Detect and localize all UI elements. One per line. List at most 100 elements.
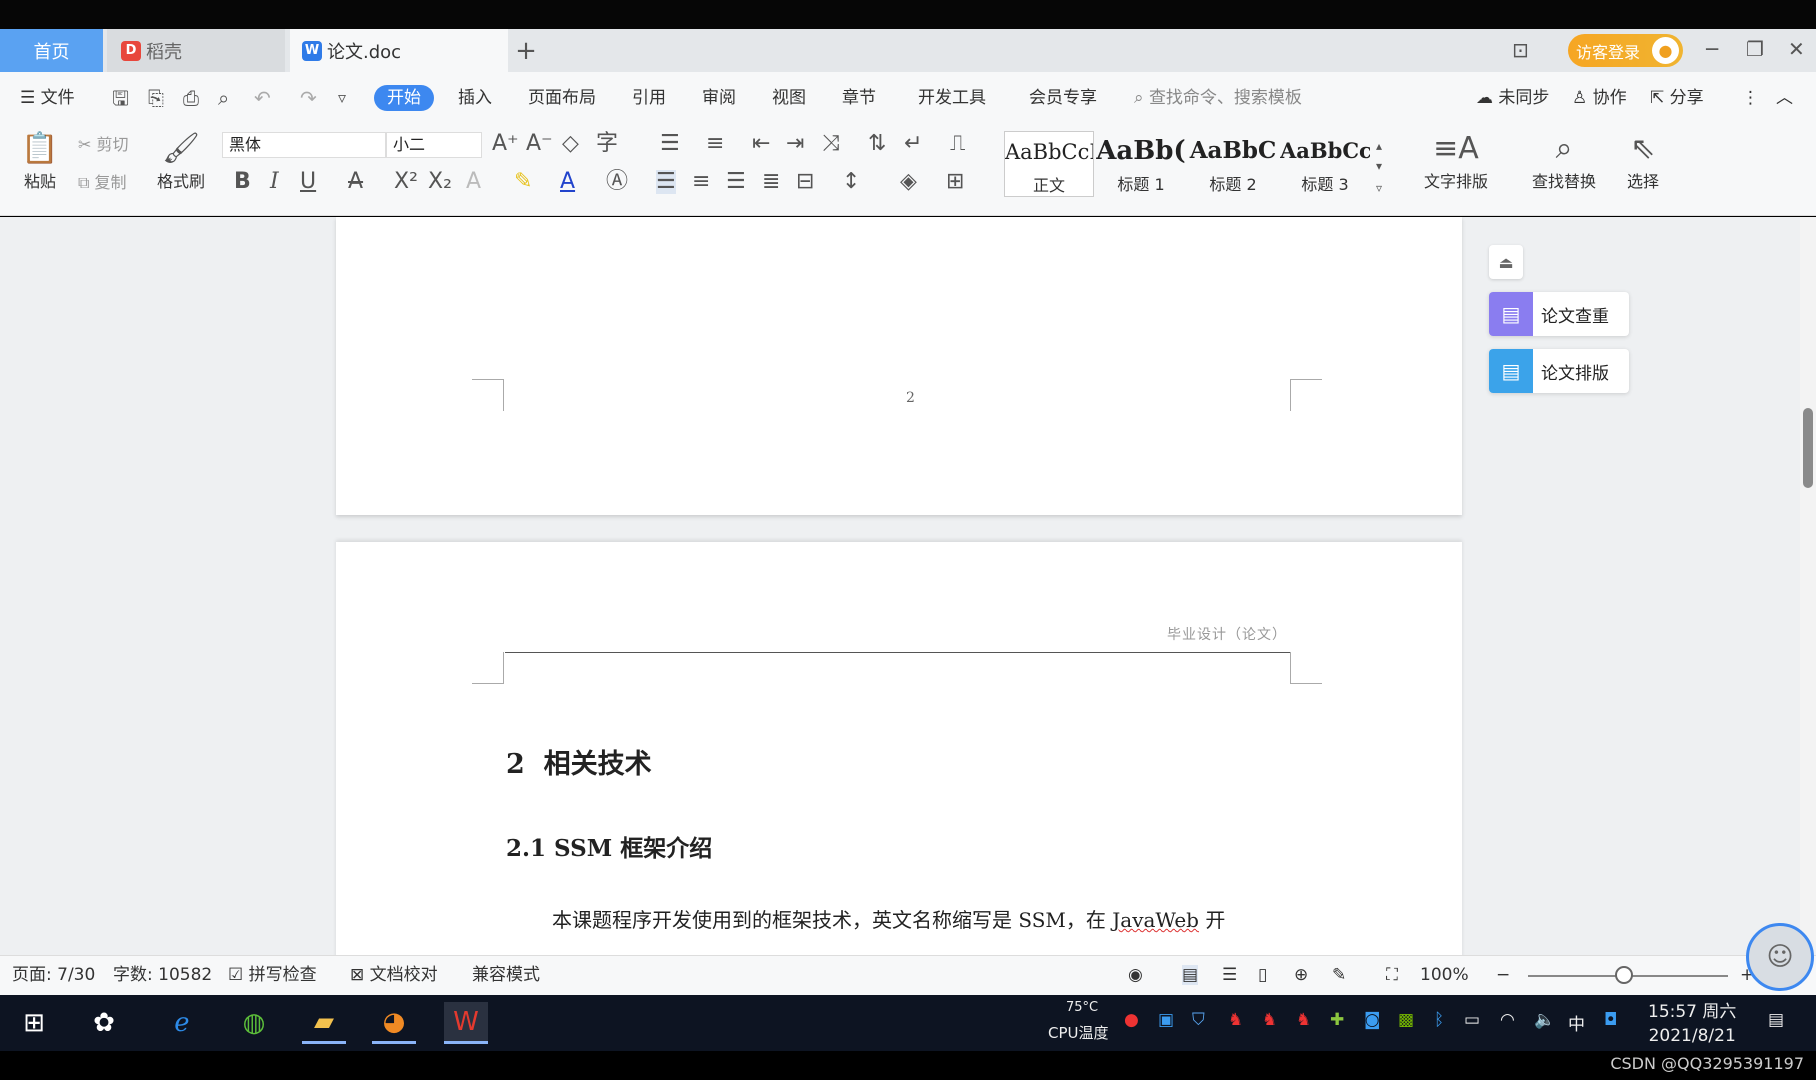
cut-button[interactable]: ✂ 剪切 — [78, 135, 129, 155]
web-view-icon[interactable]: ⊕ — [1294, 965, 1308, 985]
media-player-icon[interactable]: ◕ — [372, 1002, 416, 1044]
tray-app-icon-3[interactable]: ✚ — [1330, 1010, 1344, 1030]
increase-indent-icon[interactable]: ⇥ — [786, 132, 804, 156]
print-preview-icon[interactable]: ⌕ — [218, 86, 229, 110]
sort-icon[interactable]: ⇅ — [868, 132, 886, 156]
reading-view-icon[interactable]: ▯ — [1258, 965, 1267, 985]
new-tab-button[interactable]: + — [514, 29, 538, 72]
layout-toggle-icon[interactable]: ⊡ — [1512, 38, 1529, 62]
assistant-robot-icon[interactable]: ☺ — [1746, 923, 1814, 991]
quick-access-dropdown-icon[interactable]: ▿ — [338, 86, 346, 110]
more-icon[interactable]: ⋮ — [1742, 85, 1759, 111]
style-normal[interactable]: AaBbCcI 正文 — [1004, 131, 1094, 197]
menu-tab-review[interactable]: 审阅 — [702, 85, 736, 111]
restore-button[interactable]: ❐ — [1746, 37, 1764, 61]
vertical-scrollbar[interactable] — [1800, 217, 1816, 955]
scrollbar-thumb[interactable] — [1803, 408, 1813, 488]
tab-stops-icon[interactable]: ⎍ — [950, 132, 965, 156]
system-clock[interactable]: 15:57 周六 2021/8/21 — [1648, 1000, 1736, 1048]
outline-view-icon[interactable]: ☰ — [1222, 965, 1237, 985]
thesis-layout-button[interactable]: ▤ 论文排版 — [1489, 349, 1629, 393]
guest-login-button[interactable]: 访客登录 ● — [1568, 34, 1683, 67]
grow-font-icon[interactable]: A⁺ — [492, 132, 519, 156]
redo-icon[interactable]: ↷ — [300, 86, 317, 110]
print-icon[interactable]: ⎙ — [183, 86, 199, 110]
style-expand-icon[interactable]: ▿ — [1376, 176, 1382, 200]
bullet-list-icon[interactable]: ☰ — [660, 132, 680, 156]
menu-tab-insert[interactable]: 插入 — [458, 85, 492, 111]
subscript-icon[interactable]: X₂ — [428, 170, 452, 194]
nvidia-icon[interactable]: ▩ — [1398, 1010, 1414, 1030]
align-right-icon[interactable]: ☰ — [726, 170, 746, 194]
menu-tab-chapter[interactable]: 章节 — [842, 85, 876, 111]
style-heading-1[interactable]: AaBb(标题 1 — [1096, 131, 1186, 197]
clear-format-icon[interactable]: ◇ — [562, 132, 579, 156]
zoom-slider-knob[interactable] — [1615, 966, 1633, 984]
pinyin-icon[interactable]: 字 — [596, 132, 618, 156]
input-method-indicator[interactable]: 中 — [1568, 1010, 1585, 1035]
notification-icon[interactable]: ▤ — [1768, 1010, 1784, 1030]
page-2[interactable]: 2 — [336, 217, 1462, 515]
collab-button[interactable]: ♙ 协作 — [1572, 85, 1627, 111]
menu-tab-member[interactable]: 会员专享 — [1029, 85, 1097, 111]
shrink-font-icon[interactable]: A⁻ — [526, 132, 553, 156]
menu-tab-view[interactable]: 视图 — [772, 85, 806, 111]
menu-tab-page-layout[interactable]: 页面布局 — [528, 85, 596, 111]
text-effect-icon[interactable]: A — [466, 170, 481, 194]
char-border-icon[interactable]: Ⓐ — [606, 170, 628, 194]
tab-daoke[interactable]: D 稻壳 — [107, 29, 285, 72]
style-scroll-down-icon[interactable]: ▾ — [1376, 154, 1382, 178]
page-3[interactable]: 毕业设计（论文） 2 相关技术 2.1 SSM 框架介绍 本课题程序开发使用到的… — [336, 542, 1462, 955]
doc-proofread-button[interactable]: ⊠ 文档校对 — [350, 965, 438, 985]
menu-tab-developer[interactable]: 开发工具 — [918, 85, 986, 111]
minimize-button[interactable]: ─ — [1706, 37, 1718, 61]
distribute-icon[interactable]: ⊟ — [796, 170, 814, 194]
share-button[interactable]: ⇱ 分享 — [1650, 85, 1704, 111]
select-button[interactable]: ⇖ 选择 — [1618, 130, 1668, 192]
copy-button[interactable]: ⧉ 复制 — [78, 173, 127, 193]
qq-icon-1[interactable]: ♞ — [1228, 1010, 1243, 1030]
close-button[interactable]: ✕ — [1788, 37, 1805, 61]
page-view-icon[interactable]: ▤ — [1182, 965, 1199, 985]
tray-app-icon-1[interactable]: ● — [1124, 1010, 1139, 1030]
line-spacing-icon[interactable]: ↕ — [842, 170, 860, 194]
shield-icon[interactable]: ⛉ — [1192, 1010, 1205, 1030]
strikethrough-icon[interactable]: A — [348, 170, 363, 194]
undo-icon[interactable]: ↶ — [254, 86, 271, 110]
font-family-select[interactable]: 黑体 — [222, 132, 386, 158]
text-layout-button[interactable]: ≡A 文字排版 — [1414, 130, 1498, 192]
battery-icon[interactable]: ▭ — [1464, 1010, 1480, 1030]
wifi-icon[interactable]: ◠ — [1500, 1010, 1515, 1030]
file-explorer-icon[interactable]: ▰ — [302, 1002, 346, 1044]
bold-icon[interactable]: B — [234, 170, 251, 194]
fit-page-icon[interactable]: ⛶ — [1386, 965, 1398, 985]
wps-office-icon[interactable]: W — [444, 1002, 488, 1044]
style-heading-3[interactable]: AaBbCcI 标题 3 — [1280, 131, 1370, 197]
tab-home[interactable]: 首页 — [0, 29, 103, 72]
tray-app-icon-2[interactable]: ▣ — [1158, 1010, 1174, 1030]
tab-document[interactable]: W 论文.doc — [290, 29, 508, 72]
volume-icon[interactable]: 🔈 — [1534, 1010, 1555, 1030]
borders-icon[interactable]: ⊞ — [946, 170, 964, 194]
menu-tab-references[interactable]: 引用 — [632, 85, 666, 111]
superscript-icon[interactable]: X² — [394, 170, 418, 194]
write-mode-icon[interactable]: ✎ — [1332, 965, 1346, 985]
file-menu[interactable]: ☰ 文件 — [20, 85, 75, 111]
collapse-ribbon-icon[interactable]: ︿ — [1776, 85, 1793, 111]
qq-icon-3[interactable]: ♞ — [1296, 1010, 1311, 1030]
app-launcher-icon[interactable]: ✿ — [82, 1002, 126, 1044]
menu-tab-start[interactable]: 开始 — [374, 85, 434, 111]
page-indicator[interactable]: 页面: 7/30 — [12, 965, 95, 985]
italic-icon[interactable]: I — [270, 170, 279, 194]
paste-button[interactable]: 📋 粘贴 — [16, 130, 64, 192]
style-heading-2[interactable]: AaBbC 标题 2 — [1188, 131, 1278, 197]
word-count[interactable]: 字数: 10582 — [113, 965, 212, 985]
underline-icon[interactable]: U — [300, 170, 316, 194]
tray-app-icon-5[interactable]: ◘ — [1604, 1010, 1617, 1030]
spell-check-button[interactable]: ☑ 拼写检查 — [228, 965, 317, 985]
save-icon[interactable]: 🖫 — [112, 86, 129, 110]
shading-icon[interactable]: ◈ — [900, 170, 917, 194]
chinese-layout-icon[interactable]: ⤨ — [822, 132, 840, 156]
align-center-icon[interactable]: ≡ — [692, 170, 710, 194]
command-search[interactable]: ⌕ 查找命令、搜索模板 — [1134, 85, 1302, 111]
